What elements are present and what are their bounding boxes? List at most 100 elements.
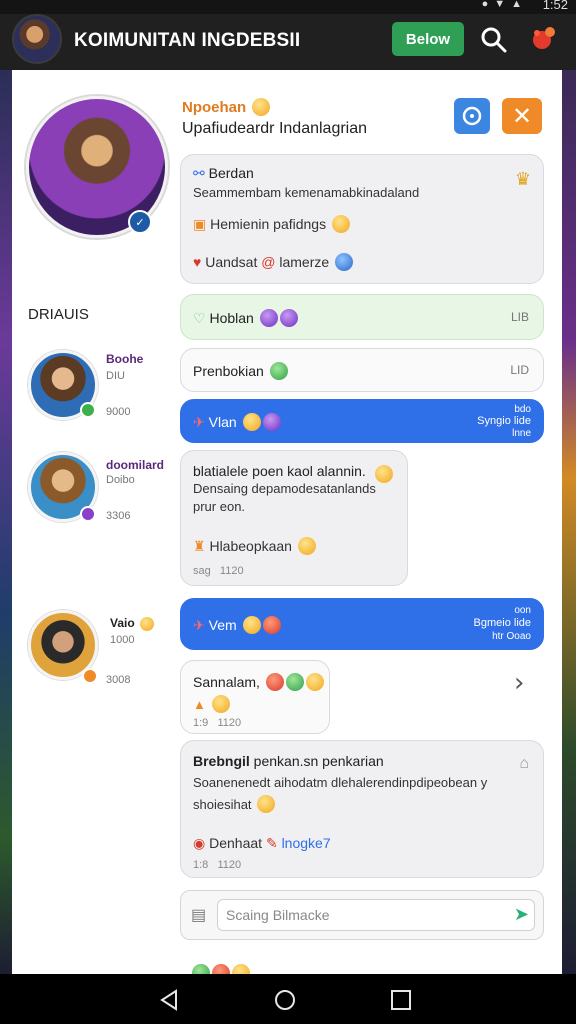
emoji-icon bbox=[375, 465, 393, 483]
post-title-text: Hoblan bbox=[209, 310, 254, 326]
post-title-text: penkan.sn penkarian bbox=[253, 753, 384, 769]
post-meta: bdo bbox=[514, 404, 531, 415]
pencil-icon: ✎ bbox=[265, 835, 278, 851]
post-card[interactable]: ⚯ Berdan ♛ Seammembam kemenamabkinadalan… bbox=[180, 154, 544, 284]
emoji-icon bbox=[331, 215, 350, 233]
post-text: Seammembam kemenamabkinadaland bbox=[193, 185, 420, 200]
heart-icon[interactable]: ♡ bbox=[193, 310, 206, 326]
app-header: KOIMUNITAN INGDEBSII Below bbox=[0, 14, 576, 70]
post-text: Soanenenedt aihodatm dlehalerendinpdipeo… bbox=[193, 775, 488, 790]
attach-icon[interactable]: ▤ bbox=[191, 905, 206, 925]
verified-badge-icon: ✓ bbox=[128, 210, 152, 234]
target-button[interactable] bbox=[454, 98, 490, 134]
search-icon[interactable] bbox=[480, 26, 508, 54]
user-name[interactable]: Boohe bbox=[106, 352, 143, 366]
close-button[interactable]: ✕ bbox=[502, 98, 542, 134]
post-time-text: 1120 bbox=[219, 565, 244, 577]
post-title-text: Sannalam, bbox=[193, 674, 260, 690]
reaction-row: ▲ bbox=[193, 695, 230, 713]
post-item-text: Hemienin pafidngs bbox=[210, 216, 327, 232]
message-input[interactable] bbox=[217, 899, 535, 931]
online-status-icon bbox=[80, 506, 96, 522]
recents-icon[interactable] bbox=[390, 989, 412, 1011]
background-art-left bbox=[0, 70, 12, 974]
emoji-icon bbox=[252, 98, 271, 116]
send-icon[interactable]: ➤ bbox=[514, 904, 529, 925]
page-title: KOIMUNITAN INGDEBSII bbox=[74, 30, 301, 51]
pin-icon: ✈ bbox=[193, 414, 205, 430]
system-nav-bar bbox=[0, 974, 576, 1024]
home-icon[interactable] bbox=[274, 989, 296, 1011]
post-time-text: 1120 bbox=[217, 859, 242, 871]
post-text: Densaing depamodesatanlands bbox=[193, 481, 376, 496]
post-text: prur eon. bbox=[193, 499, 246, 514]
post-text-line: shoiesihat bbox=[193, 797, 252, 812]
record-icon: ◉ bbox=[193, 835, 206, 851]
post-card[interactable]: Brebngil penkan.sn penkarian ⌂ Soanenene… bbox=[180, 740, 544, 878]
status-time: 1:52 bbox=[542, 0, 568, 12]
emoji-icon bbox=[257, 795, 276, 813]
post-item: ♜ Hlabeopkaan bbox=[193, 537, 316, 555]
mention-icon: @ bbox=[261, 254, 276, 270]
post-item-link[interactable]: lnogke7 bbox=[282, 835, 331, 851]
chevron-right-icon[interactable]: › bbox=[514, 668, 524, 698]
post-meta: Bgmeio lide bbox=[473, 617, 531, 629]
emoji-icon bbox=[335, 253, 354, 271]
post-item-text: lamerze bbox=[279, 254, 330, 270]
status-icons: ●▼▲ bbox=[481, 0, 528, 10]
post-time-text: sag bbox=[193, 565, 211, 577]
user-meta: 3306 bbox=[106, 510, 131, 522]
post-item: ◉ Denhaat ✎ lnogke7 bbox=[193, 835, 331, 852]
post-title-text: Prenbokian bbox=[193, 363, 264, 379]
post-item-text: Hlabeopkaan bbox=[209, 538, 292, 554]
profile-name: Npoehan bbox=[182, 98, 271, 116]
profile-subtitle: Upafiudeardr Indanlagrian bbox=[182, 120, 368, 137]
profile-name-text: Npoehan bbox=[182, 99, 247, 116]
post-title: ✈ Vlan bbox=[193, 413, 281, 431]
emoji-icon bbox=[242, 413, 261, 431]
emoji-icon bbox=[140, 617, 155, 631]
post-card[interactable]: blatialele poen kaol alannin. Densaing d… bbox=[180, 450, 408, 586]
post-time: sag 1120 bbox=[193, 565, 244, 577]
emoji-icon bbox=[242, 616, 261, 634]
fire-icon: ▲ bbox=[193, 697, 206, 712]
post-title-text: Vlan bbox=[208, 414, 237, 430]
user-name[interactable]: Vaio bbox=[110, 616, 155, 631]
emoji-icon bbox=[192, 964, 210, 974]
main-panel: ✓ Npoehan Upafiudeardr Indanlagrian ✕ ⚯ … bbox=[12, 70, 562, 974]
list-item-peek bbox=[190, 964, 330, 974]
status-bar: ●▼▲ 1:52 bbox=[0, 0, 576, 14]
notification-icon[interactable] bbox=[528, 24, 558, 54]
post-time: 1:8 1120 bbox=[193, 859, 241, 871]
heart-icon[interactable]: ♥ bbox=[193, 254, 201, 270]
emoji-icon bbox=[232, 964, 250, 974]
emoji-icon bbox=[279, 309, 298, 327]
tag-icon[interactable]: ⌂ bbox=[519, 755, 529, 773]
post-card[interactable]: ✈ Vem oon Bgmeio lide htr Ooao bbox=[180, 598, 544, 650]
online-status-icon bbox=[82, 668, 98, 684]
post-title: ✈ Vem bbox=[193, 616, 281, 634]
post-item-text: Uandsat bbox=[205, 254, 258, 270]
back-icon[interactable] bbox=[158, 989, 180, 1011]
close-icon: ✕ bbox=[511, 102, 533, 130]
post-title: Prenbokian bbox=[193, 362, 288, 380]
post-text: blatialele poen kaol alannin. bbox=[193, 463, 366, 479]
post-card[interactable]: ♡ Hoblan LIB bbox=[180, 294, 544, 340]
post-card[interactable]: ✈ Vlan bdo Syngio lide lnne bbox=[180, 399, 544, 443]
post-time-text: 1:9 bbox=[193, 717, 209, 729]
post-card[interactable]: Sannalam, ▲ 1:9 1120 bbox=[180, 660, 330, 734]
post-title: ⚯ Berdan bbox=[193, 165, 254, 182]
post-meta: htr Ooao bbox=[492, 631, 531, 642]
link-icon: ⚯ bbox=[193, 165, 205, 181]
emoji-icon bbox=[285, 673, 304, 691]
user-name[interactable]: doomilard bbox=[106, 458, 164, 472]
community-avatar[interactable] bbox=[12, 14, 62, 64]
follow-button[interactable]: Below bbox=[392, 22, 464, 56]
post-meta: lnne bbox=[512, 428, 531, 439]
castle-icon: ♜ bbox=[193, 538, 206, 554]
user-meta: 9000 bbox=[106, 406, 131, 418]
post-card[interactable]: Prenbokian LID bbox=[180, 348, 544, 392]
emoji-icon bbox=[305, 673, 324, 691]
composer: ▤ ➤ bbox=[180, 890, 544, 940]
post-title: Brebngil penkan.sn penkarian bbox=[193, 753, 384, 769]
